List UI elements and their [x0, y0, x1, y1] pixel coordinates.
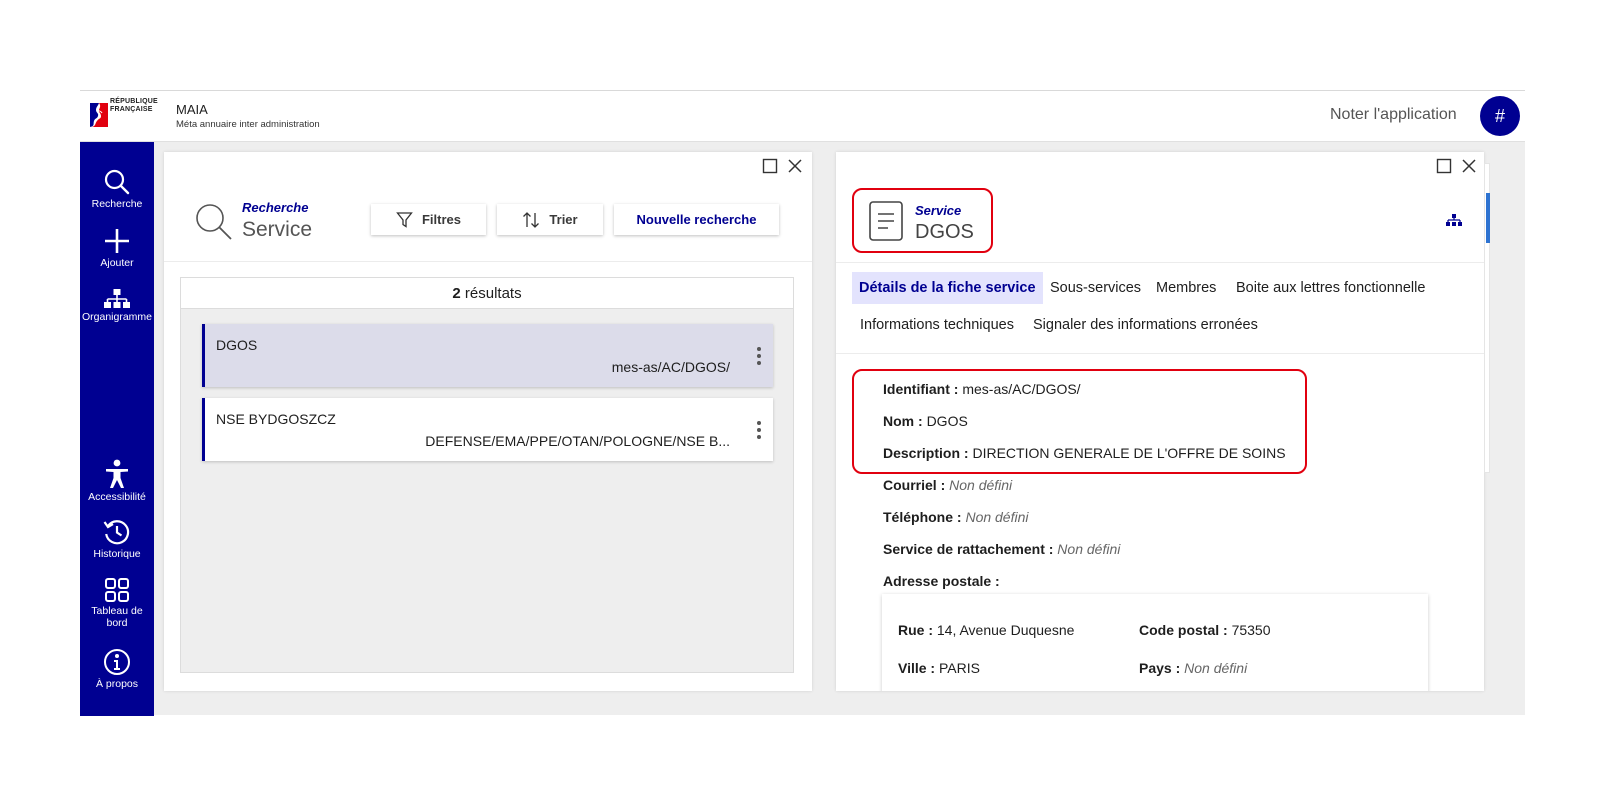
field-adresse-postale: Adresse postale :	[883, 573, 1000, 589]
results-list: 2 résultats DGOS mes-as/AC/DGOS/ NSE BYD…	[180, 277, 794, 673]
new-search-button[interactable]: Nouvelle recherche	[614, 204, 779, 235]
filters-button[interactable]: Filtres	[371, 204, 486, 235]
service-title-highlight: Service DGOS	[852, 188, 993, 253]
field-description: Description : DIRECTION GENERALE DE L'OF…	[883, 445, 1286, 461]
info-icon	[104, 649, 130, 675]
result-item-dgos[interactable]: DGOS mes-as/AC/DGOS/	[202, 324, 773, 387]
more-vert-icon[interactable]	[757, 346, 761, 366]
close-icon[interactable]	[787, 158, 803, 174]
sidebar-item-organigramme[interactable]: Organigramme	[80, 289, 154, 323]
address-pays: Pays : Non défini	[1139, 660, 1248, 676]
result-name: DGOS	[216, 337, 258, 353]
service-detail-panel: Service DGOS Détails de la fiche service…	[836, 152, 1484, 691]
tab-sous-services[interactable]: Sous-services	[1050, 280, 1141, 296]
dashboard-icon	[105, 578, 129, 602]
divider	[836, 262, 1484, 263]
sidebar-item-label: À propos	[95, 678, 139, 690]
app-header: RÉPUBLIQUE FRANÇAISE MAIA Méta annuaire i…	[80, 91, 1525, 142]
result-path: mes-as/AC/DGOS/	[611, 359, 730, 375]
maximize-icon[interactable]	[1436, 158, 1452, 174]
close-icon[interactable]	[1461, 158, 1477, 174]
sidebar-item-label: Tableau de bord	[91, 605, 143, 629]
scrollbar-thumb[interactable]	[1486, 193, 1490, 243]
address-card: Rue : 14, Avenue Duquesne Code postal : …	[882, 594, 1428, 691]
search-icon	[104, 169, 130, 195]
sidebar-item-ajouter[interactable]: Ajouter	[80, 227, 154, 269]
results-count: 2 résultats	[181, 278, 793, 309]
result-path: DEFENSE/EMA/PPE/OTAN/POLOGNE/NSE B...	[425, 433, 730, 449]
divider	[164, 261, 812, 262]
document-icon	[869, 201, 903, 241]
tab-signaler[interactable]: Signaler des informations erronées	[1033, 317, 1258, 333]
field-courriel: Courriel : Non défini	[883, 477, 1013, 493]
app-name: MAIA	[176, 102, 208, 117]
field-telephone: Téléphone : Non défini	[883, 509, 1029, 525]
sidebar-item-label: Accessibilité	[88, 491, 146, 503]
sidebar-item-recherche[interactable]: Recherche	[80, 168, 154, 210]
filter-icon	[396, 212, 413, 228]
rate-app-link[interactable]: Noter l'application	[1330, 106, 1457, 124]
app-window: RÉPUBLIQUE FRANÇAISE MAIA Méta annuaire i…	[80, 90, 1525, 716]
sidebar-item-tableau-de-bord[interactable]: Tableau de bord	[80, 577, 154, 629]
app-subtitle: Méta annuaire inter administration	[176, 119, 320, 130]
tab-details[interactable]: Détails de la fiche service	[852, 272, 1043, 304]
sidebar-item-label: Ajouter	[100, 257, 134, 269]
search-icon	[196, 204, 232, 240]
divider	[836, 353, 1484, 354]
panel-title: DGOS	[915, 221, 974, 243]
accessibility-icon	[106, 459, 128, 488]
sidebar: Recherche Ajouter Organigramme Accessibi…	[80, 142, 154, 716]
field-service-rattachement: Service de rattachement : Non défini	[883, 541, 1121, 557]
sidebar-item-historique[interactable]: Historique	[80, 518, 154, 560]
address-rue: Rue : 14, Avenue Duquesne	[898, 622, 1075, 638]
result-name: NSE BYDGOSZCZ	[216, 411, 336, 427]
address-ville: Ville : PARIS	[898, 660, 980, 676]
org-chart-icon	[104, 289, 130, 308]
user-avatar-button[interactable]: #	[1480, 96, 1520, 136]
org-chart-icon[interactable]	[1446, 214, 1462, 226]
tab-boite-aux-lettres[interactable]: Boite aux lettres fonctionnelle	[1236, 280, 1425, 296]
maximize-icon[interactable]	[762, 158, 778, 174]
field-identifiant: Identifiant : mes-as/AC/DGOS/	[883, 381, 1081, 397]
search-panel: Recherche Service Filtres Trier Nouvelle…	[164, 152, 812, 691]
tab-membres[interactable]: Membres	[1156, 280, 1216, 296]
sidebar-item-label: Historique	[93, 548, 141, 560]
panel-kicker: Recherche	[242, 200, 309, 215]
more-vert-icon[interactable]	[757, 420, 761, 440]
logo-text: RÉPUBLIQUE FRANÇAISE	[110, 98, 158, 113]
sidebar-item-label: Recherche	[91, 198, 143, 210]
panel-title: Service	[242, 218, 313, 241]
sidebar-item-a-propos[interactable]: À propos	[80, 648, 154, 690]
sidebar-item-label: Organigramme	[81, 311, 153, 323]
sort-icon	[523, 211, 540, 228]
plus-icon	[105, 229, 129, 253]
tab-informations-techniques[interactable]: Informations techniques	[860, 317, 1014, 333]
sort-button[interactable]: Trier	[497, 204, 603, 235]
panel-kicker: Service	[915, 203, 962, 218]
sidebar-item-accessibilite[interactable]: Accessibilité	[80, 459, 154, 503]
history-icon	[103, 520, 130, 545]
address-code-postal: Code postal : 75350	[1139, 622, 1271, 638]
field-nom: Nom : DGOS	[883, 413, 968, 429]
result-item-nse-bydgoszcz[interactable]: NSE BYDGOSZCZ DEFENSE/EMA/PPE/OTAN/POLOG…	[202, 398, 773, 461]
